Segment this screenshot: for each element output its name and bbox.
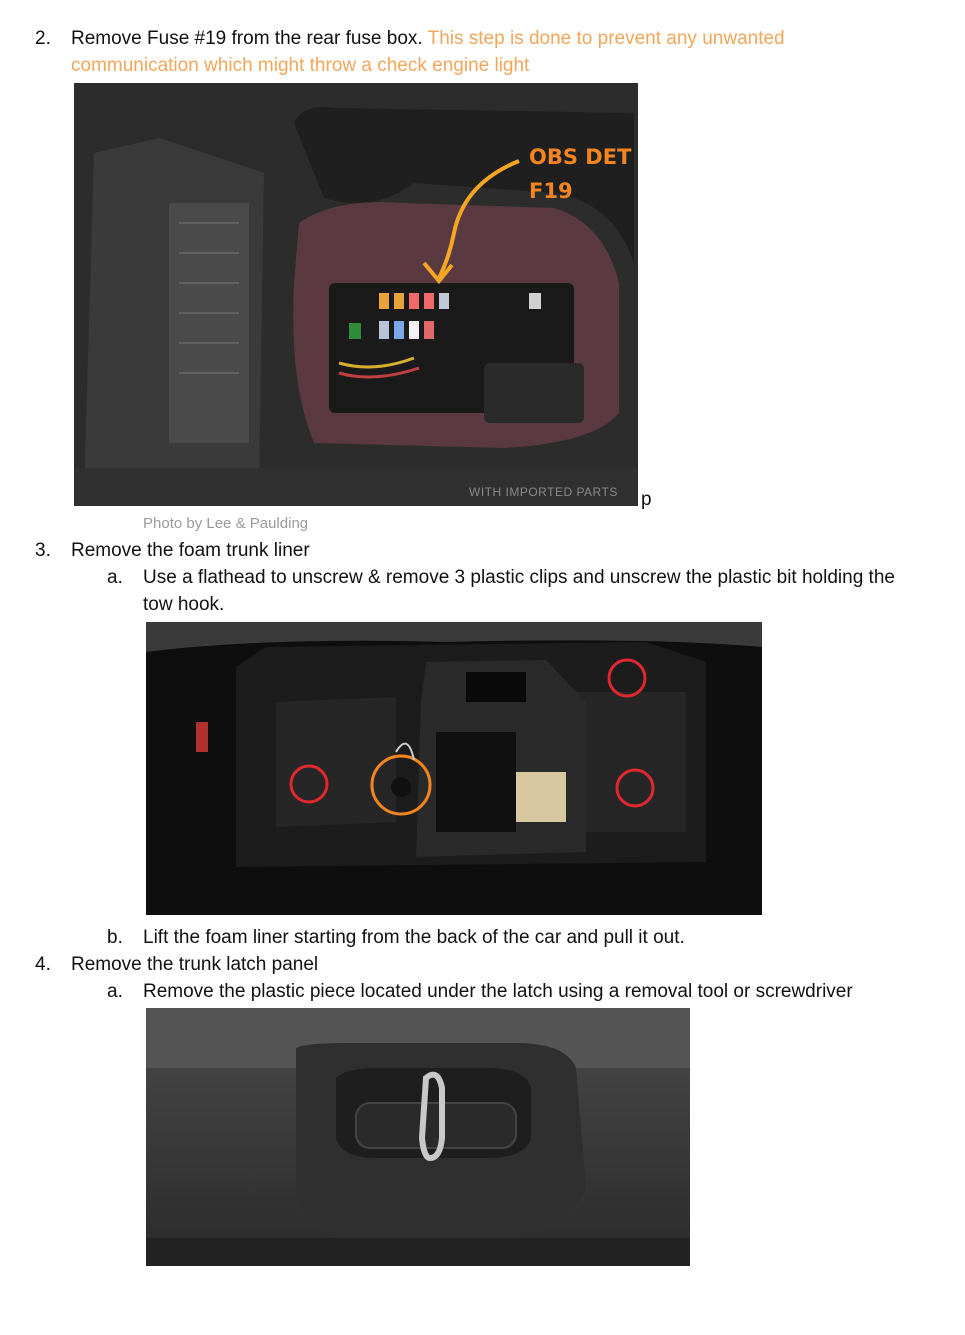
trunk-liner-photo [146, 622, 762, 915]
fuse-label-line2: F19 [529, 179, 573, 203]
step-2-text: Remove Fuse #19 from the rear fuse box. … [71, 25, 785, 52]
step-2-note-line2: communication which might throw a check … [71, 55, 530, 76]
step-3-number: 3. [35, 540, 51, 561]
fuse-box-photo: OBS DET F19 WITH IMPORTED PARTS [74, 83, 638, 506]
step-3b-text: Lift the foam liner starting from the ba… [143, 927, 685, 948]
step-4-text: Remove the trunk latch panel [71, 954, 319, 975]
step-2-number: 2. [35, 28, 51, 49]
step-2-instruction: Remove Fuse #19 from the rear fuse box. [71, 28, 423, 49]
trunk-latch-photo [146, 1008, 690, 1266]
step-3-text: Remove the foam trunk liner [71, 540, 310, 561]
step-3a-text: Use a flathead to unscrew & remove 3 pla… [143, 567, 895, 588]
fuse-label-line1: OBS DET [529, 145, 632, 169]
step-2-note: This step is done to prevent any unwante… [427, 28, 785, 49]
step-4a-text: Remove the plastic piece located under t… [143, 981, 853, 1002]
step-4-number: 4. [35, 954, 51, 975]
step-4a-letter: a. [107, 981, 123, 1002]
step-3a-text-line2: tow hook. [143, 594, 225, 615]
trim-stamp-text: WITH IMPORTED PARTS [469, 485, 618, 499]
photo-caption: Photo by Lee & Paulding [143, 515, 309, 532]
trailing-character: p [641, 489, 652, 510]
step-3a-letter: a. [107, 567, 123, 588]
step-3b-letter: b. [107, 927, 123, 948]
